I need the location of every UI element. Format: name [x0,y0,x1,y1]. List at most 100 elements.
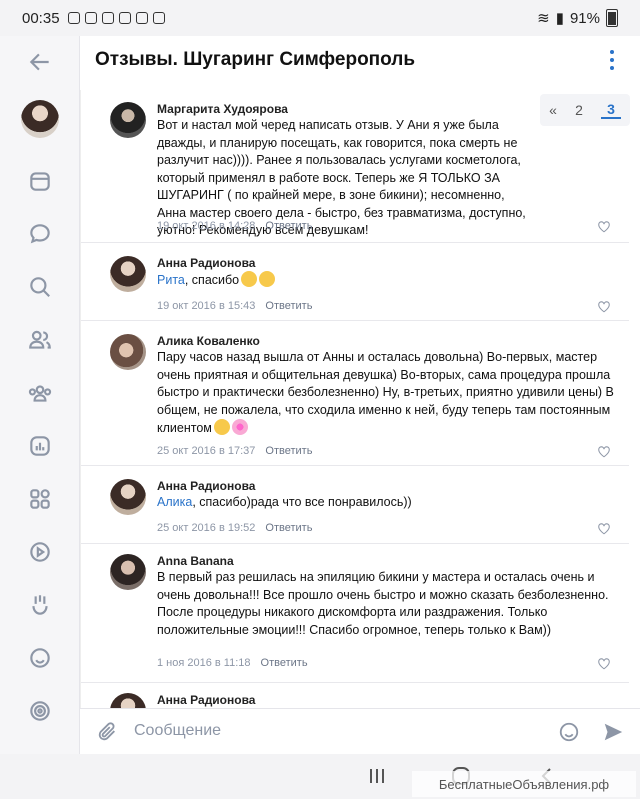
comment-meta: 1 ноя 2016 в 11:18 Ответить [157,657,308,669]
comment-author[interactable]: Маргарита Худоярова [157,102,288,116]
comment-author[interactable]: Anna Banana [157,554,234,568]
pagination-page-3[interactable]: 3 [601,101,621,119]
reply-button[interactable]: Ответить [265,522,312,534]
notification-icon [67,12,80,24]
reply-button[interactable]: Ответить [265,220,312,232]
pagination-prev[interactable]: « [549,102,557,118]
chat-icon [30,224,50,244]
list-item: Анна Радионова [81,683,629,708]
avatar[interactable] [110,102,146,138]
comment-date: 25 окт 2016 в 19:52 [157,522,256,534]
comment-date: 19 окт 2016 в 15:43 [157,300,256,312]
heart-icon [598,221,610,233]
avatar[interactable] [110,693,146,708]
like-button[interactable] [597,522,611,535]
recent-apps-button[interactable] [366,766,388,786]
sidebar-item-stats[interactable] [20,426,60,466]
comment-meta: 19 окт 2016 в 14:28 Ответить [157,220,312,232]
avatar[interactable] [110,479,146,515]
list-item: Анна Радионова Рита, спасибо 19 окт 2016… [81,243,629,321]
like-button[interactable] [597,300,611,313]
like-button[interactable] [597,657,611,670]
heart-icon [598,301,610,313]
list-item: Алика Коваленко Пару часов назад вышла о… [81,321,629,466]
back-button[interactable] [20,42,60,82]
paperclip-icon [98,722,115,741]
message-input[interactable]: Сообщение [134,722,221,740]
mention-link[interactable]: Алика [157,495,192,509]
reply-button[interactable]: Ответить [265,300,312,312]
search-icon [30,277,50,297]
sidebar-item-messages[interactable] [20,214,60,254]
sidebar-item-calendar[interactable] [20,161,60,201]
comment-meta: 25 окт 2016 в 19:52 Ответить [157,522,312,534]
target-icon [30,701,50,721]
notification-icon [84,12,97,24]
comment-author[interactable]: Анна Радионова [157,256,255,270]
status-time: 00:35 [22,9,60,27]
notification-icons [67,12,165,24]
page-title: Отзывы. Шугаринг Симферополь [95,49,416,70]
sidebar-item-clips[interactable] [20,585,60,625]
clips-icon [32,595,48,615]
sidebar-item-video[interactable] [20,532,60,572]
avatar[interactable] [110,554,146,590]
attach-button[interactable] [96,721,118,743]
watermark: БесплатныеОбъявления.рф [412,771,636,797]
like-button[interactable] [597,220,611,233]
sidebar-item-services[interactable] [20,479,60,519]
calendar-icon [30,172,50,191]
apps-icon [30,489,50,509]
heart-icon [598,658,610,670]
smile-emoji-icon [213,419,230,435]
battery-icon [606,9,618,27]
status-bar: 00:35 ≋ ▮ 91% [0,0,640,36]
pagination: « 2 3 [540,94,630,126]
comment-date: 1 ноя 2016 в 11:18 [157,657,251,669]
battery-text: 91% [569,9,600,27]
smile-icon [559,722,579,742]
pagination-page-2[interactable]: 2 [575,102,583,118]
sidebar-item-friends[interactable] [20,320,60,360]
comment-text: Пару часов назад вышла от Анны и осталас… [157,349,617,438]
blush-emoji-icon [259,271,276,287]
comment-body: , спасибо)рада что все понравилось)) [192,495,412,509]
video-icon [30,542,50,562]
topic-header: Отзывы. Шугаринг Симферополь [80,36,640,84]
more-icon[interactable] [610,50,616,70]
comments-list[interactable]: Маргарита Худоярова Вот и настал мой чер… [80,84,640,708]
groups-icon [28,385,52,402]
comment-author[interactable]: Анна Радионова [157,693,255,707]
message-composer: Сообщение [80,708,640,754]
stats-icon [30,436,50,456]
heart-icon [598,446,610,458]
reply-button[interactable]: Ответить [261,657,308,669]
reply-button[interactable]: Ответить [265,445,312,457]
notification-icon [135,12,148,24]
mention-link[interactable]: Рита [157,273,185,287]
comment-author[interactable]: Алика Коваленко [157,334,260,348]
profile-avatar[interactable] [21,100,59,138]
avatar[interactable] [110,256,146,292]
sidebar-item-search[interactable] [20,267,60,307]
notification-icon [152,12,165,24]
flower-emoji-icon [231,419,248,435]
sidebar-item-target[interactable] [20,691,60,731]
back-icon [29,53,49,71]
recent-apps-icon [370,769,384,783]
sidebar-item-communities[interactable] [20,373,60,413]
notification-icon [118,12,131,24]
heart-icon [598,523,610,535]
emoji-button[interactable] [558,721,580,743]
comment-author[interactable]: Анна Радионова [157,479,255,493]
sidebar-item-emoji[interactable] [20,638,60,678]
comment-meta: 19 окт 2016 в 15:43 Ответить [157,300,312,312]
comment-text: Алика, спасибо)рада что все понравилось)… [157,494,617,512]
like-button[interactable] [597,445,611,458]
friends-icon [29,330,51,349]
emoji-icon [30,648,50,668]
sidebar [0,36,80,754]
avatar[interactable] [110,334,146,370]
send-button[interactable] [602,721,624,743]
comment-date: 19 окт 2016 в 14:28 [157,220,256,232]
